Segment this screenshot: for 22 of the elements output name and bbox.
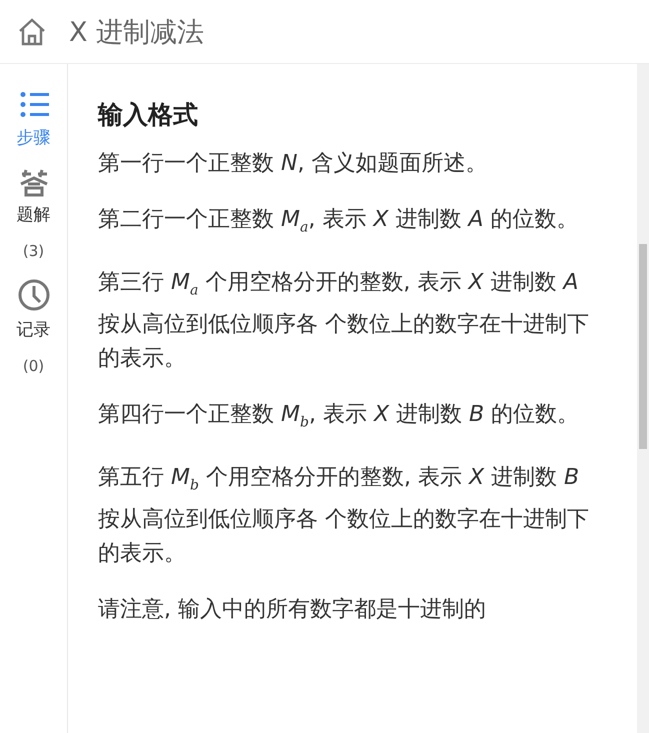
paragraph: 第三行 M$_{a}$ 个用空格分开的整数, 表示 X 进制数 A 按从高位到低位顺序各 个数位上的数字在十进制下的表示。 [98, 269, 590, 373]
page-title: X 进制减法 [69, 16, 204, 50]
sidebar-tab[interactable]: 题解 (3) [16, 167, 50, 260]
sidebar-tab[interactable]: 记录 (0) [16, 278, 50, 375]
answer-glyph-icon [18, 167, 50, 197]
tab-label: 题解 [16, 204, 50, 226]
tab-label: 步骤 [16, 127, 50, 149]
scrollbar-thumb[interactable] [639, 244, 647, 449]
sidebar-tab[interactable]: 步骤 [16, 90, 50, 149]
section-heading: 输入格式 [98, 99, 199, 131]
count-label: (0) [22, 357, 44, 375]
tab-label: 记录 [16, 319, 50, 341]
paragraph: 第四行一个正整数 M$_{b}$, 表示 X 进制数 B 的位数。 [98, 400, 580, 432]
paragraph: 第五行 M$_{b}$ 个用空格分开的整数, 表示 X 进制数 B 按从高位到低位顺序各 个数位上的数字在十进制下的表示。 [98, 464, 590, 568]
paragraph: 第二行一个正整数 M$_{a}$, 表示 X 进制数 A 的位数。 [98, 206, 580, 238]
scrollbar[interactable] [637, 64, 649, 733]
paragraph: 请注意, 输入中的所有数字都是十进制的 [98, 596, 487, 624]
count-label: (3) [22, 242, 44, 260]
numbered-list-icon [18, 90, 50, 120]
paragraph: 第一行一个正整数 N, 含义如题面所述。 [98, 150, 488, 178]
clock-icon [16, 278, 50, 312]
home-icon[interactable] [17, 16, 47, 46]
